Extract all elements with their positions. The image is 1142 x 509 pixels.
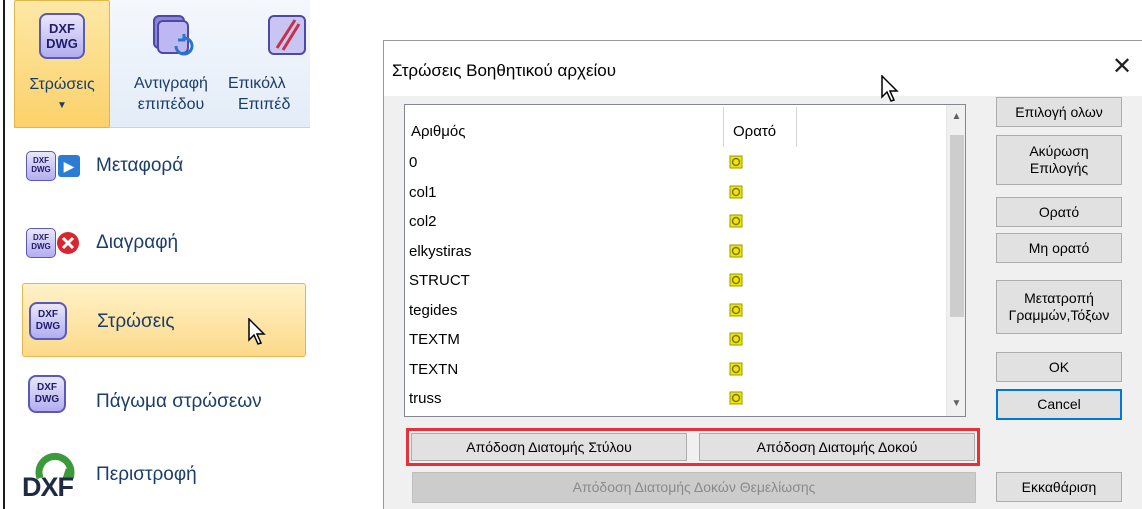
menu-item-label: Διαγραφή xyxy=(96,232,179,253)
layers-list[interactable]: Αριθμός Ορατό 0 col1 col2 elkystiras STR… xyxy=(404,104,966,417)
column-header-visible[interactable]: Ορατό xyxy=(733,123,776,140)
column-header-number[interactable]: Αριθμός xyxy=(411,123,465,140)
column-divider[interactable] xyxy=(796,107,797,147)
dxf-layers-icon: DXF DWG xyxy=(39,13,85,59)
column-divider[interactable] xyxy=(723,107,724,147)
menu-item-transfer[interactable]: DXF DWG ▶ Μεταφορά xyxy=(22,138,306,194)
ribbon-layers-label: Στρώσεις xyxy=(29,76,95,93)
chevron-down-icon: ▼ xyxy=(57,100,67,111)
visible-icon[interactable] xyxy=(729,303,743,317)
paste-layer-icon xyxy=(265,12,310,58)
layer-name: STRUCT xyxy=(409,272,470,289)
list-rows: 0 col1 col2 elkystiras STRUCT tegides TE… xyxy=(405,149,946,415)
menu-item-freeze-layers[interactable]: DXF DWG Πάγωμα στρώσεων xyxy=(22,371,306,427)
ribbon: DXF DWG Στρώσεις ▼ Αντιγραφή επιπέδου Επ… xyxy=(14,0,310,128)
clear-button[interactable]: Εκκαθάριση xyxy=(996,472,1122,502)
layer-name: truss xyxy=(409,390,442,407)
visible-button[interactable]: Ορατό xyxy=(996,197,1122,227)
visible-icon[interactable] xyxy=(729,155,743,169)
list-header: Αριθμός Ορατό xyxy=(405,105,946,149)
visible-icon[interactable] xyxy=(729,273,743,287)
ribbon-paste-layer-label-1: Επικόλλ xyxy=(228,75,286,92)
ok-button[interactable]: OK xyxy=(996,352,1122,382)
menu-item-label: Μεταφορά xyxy=(96,155,184,176)
layers-dialog: Στρώσεις Βοηθητικού αρχείου ✕ Αριθμός Ορ… xyxy=(383,40,1142,509)
visible-icon[interactable] xyxy=(729,185,743,199)
ribbon-copy-layer-button[interactable]: Αντιγραφή επιπέδου xyxy=(118,0,224,128)
menu-item-label: Στρώσεις xyxy=(97,311,175,332)
visible-icon[interactable] xyxy=(729,214,743,228)
list-item[interactable]: STRUCT xyxy=(405,267,946,297)
not-visible-button[interactable]: Μη ορατό xyxy=(996,233,1122,263)
menu-item-rotate[interactable]: DXF Περιστροφή xyxy=(22,446,306,506)
list-item[interactable]: TEXTM xyxy=(405,326,946,356)
layer-name: col1 xyxy=(409,183,437,201)
convert-lines-arcs-button[interactable]: Μετατροπή Γραμμών,Τόξων xyxy=(996,280,1122,334)
list-item[interactable]: col1 xyxy=(405,179,946,209)
assign-foundation-beam-button: Απόδοση Διατομής Δοκών Θεμελίωσης xyxy=(412,472,976,503)
layer-name: col2 xyxy=(409,213,437,230)
menu-item-label: Περιστροφή xyxy=(96,464,197,485)
mouse-pointer-icon xyxy=(248,318,266,345)
list-item[interactable]: col2 xyxy=(405,208,946,238)
assign-column-section-button[interactable]: Απόδοση Διατομής Στύλου xyxy=(411,433,687,461)
assign-beam-section-button[interactable]: Απόδοση Διατομής Δοκού xyxy=(699,433,975,461)
scroll-down-icon[interactable]: ▼ xyxy=(947,394,966,414)
list-scrollbar[interactable]: ▲ ▼ xyxy=(946,105,965,416)
ribbon-layers-button[interactable]: DXF DWG Στρώσεις ▼ xyxy=(14,0,110,128)
visible-icon[interactable] xyxy=(729,362,743,376)
select-all-button[interactable]: Επιλογή ολων xyxy=(996,97,1122,127)
list-item[interactable]: truss xyxy=(405,385,946,415)
dialog-title: Στρώσεις Βοηθητικού αρχείου xyxy=(392,61,617,80)
layer-name: elkystiras xyxy=(409,242,472,260)
window-left-border xyxy=(3,0,5,509)
ribbon-paste-layer-label-2: Επιπέδ xyxy=(238,96,291,113)
menu-item-label: Πάγωμα στρώσεων xyxy=(96,391,262,412)
dxf-layers-icon: DXF DWG xyxy=(29,302,67,340)
layer-name: TEXTN xyxy=(409,360,459,378)
visible-icon[interactable] xyxy=(729,244,743,258)
visible-icon[interactable] xyxy=(729,391,743,405)
ribbon-copy-layer-label-1: Αντιγραφή xyxy=(134,75,208,92)
dialog-title-bar[interactable]: Στρώσεις Βοηθητικού αρχείου ✕ xyxy=(384,41,1142,96)
menu-item-delete[interactable]: DXF DWG Διαγραφή xyxy=(22,215,306,271)
mouse-pointer-icon xyxy=(881,75,899,102)
cancel-selection-button[interactable]: Ακύρωση Επιλογής xyxy=(996,135,1122,185)
visible-icon[interactable] xyxy=(729,332,743,346)
scrollbar-thumb[interactable] xyxy=(950,135,964,317)
layer-name: TEXTM xyxy=(409,331,460,348)
layer-name: 0 xyxy=(409,154,418,171)
dxf-freeze-icon: DXF DWG xyxy=(28,375,66,413)
dxf-transfer-icon: DXF DWG ▶ xyxy=(26,151,90,181)
list-item[interactable]: tegides xyxy=(405,297,946,327)
layer-name: tegides xyxy=(409,301,458,319)
ribbon-copy-layer-label-2: επιπέδου xyxy=(137,96,205,113)
dxf-rotate-icon: DXF xyxy=(22,448,84,504)
ribbon-paste-layer-button[interactable]: Επικόλλ Επιπέδ xyxy=(226,0,310,128)
list-item[interactable]: 0 xyxy=(405,149,946,179)
list-item[interactable]: TEXTN xyxy=(405,356,946,386)
close-icon[interactable]: ✕ xyxy=(1108,53,1136,81)
dxf-delete-icon: DXF DWG xyxy=(26,228,90,258)
copy-layer-icon xyxy=(148,12,194,58)
cancel-button[interactable]: Cancel xyxy=(996,389,1122,420)
list-item[interactable]: elkystiras xyxy=(405,238,946,268)
scroll-up-icon[interactable]: ▲ xyxy=(947,107,966,127)
